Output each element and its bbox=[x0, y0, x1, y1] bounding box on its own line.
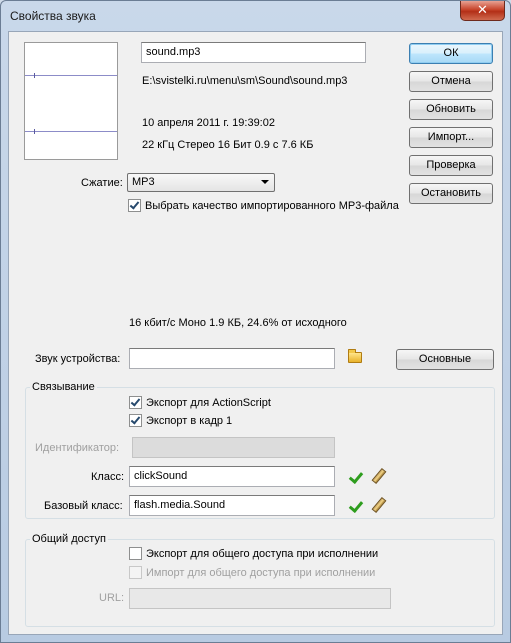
edit-class-icon[interactable] bbox=[370, 468, 386, 484]
device-sound-label: Звук устройства: bbox=[35, 353, 121, 365]
test-button[interactable]: Проверка bbox=[409, 155, 493, 176]
folder-icon[interactable] bbox=[348, 349, 362, 363]
waveform-marker bbox=[34, 129, 35, 134]
compression-select[interactable]: MP3 bbox=[127, 173, 275, 192]
checkmark-icon bbox=[130, 396, 141, 407]
chevron-down-icon bbox=[261, 180, 269, 184]
dialog-body: sound.mp3 E:\svistelki.ru\menu\sm\Sound\… bbox=[8, 31, 503, 635]
sound-properties-dialog: Свойства звука ✕ sound.mp3 E:\svistelki.… bbox=[0, 0, 511, 643]
identifier-label: Идентификатор: bbox=[35, 442, 120, 454]
imported-quality-checkbox[interactable] bbox=[128, 199, 141, 212]
waveform-marker bbox=[34, 73, 35, 78]
sharing-group-title: Общий доступ bbox=[30, 533, 108, 545]
export-runtime-sharing-label: Экспорт для общего доступа при исполнени… bbox=[146, 548, 379, 560]
audio-format: 22 кГц Стерео 16 Бит 0.9 с 7.6 КБ bbox=[142, 139, 314, 151]
export-actionscript-label: Экспорт для ActionScript bbox=[146, 397, 271, 409]
import-button[interactable]: Импорт... bbox=[409, 127, 493, 148]
edit-base-class-icon[interactable] bbox=[370, 497, 386, 513]
basic-button[interactable]: Основные bbox=[396, 349, 494, 370]
close-button[interactable]: ✕ bbox=[460, 1, 505, 21]
identifier-input bbox=[132, 437, 335, 458]
checkmark-icon bbox=[129, 199, 140, 210]
export-actionscript-checkbox[interactable] bbox=[129, 396, 142, 409]
title-bar[interactable]: Свойства звука ✕ bbox=[1, 1, 510, 31]
sound-name-input[interactable]: sound.mp3 bbox=[141, 42, 366, 63]
waveform-right-channel bbox=[25, 131, 117, 132]
ok-button[interactable]: ОК bbox=[409, 43, 493, 64]
file-path: E:\svistelki.ru\menu\sm\Sound\sound.mp3 bbox=[142, 75, 348, 87]
compression-summary: 16 кбит/с Моно 1.9 КБ, 24.6% от исходног… bbox=[129, 317, 347, 329]
base-class-label: Базовый класс: bbox=[44, 500, 123, 512]
compression-selected-value: MP3 bbox=[132, 176, 155, 188]
class-label: Класс: bbox=[91, 471, 124, 483]
export-runtime-sharing-checkbox[interactable] bbox=[129, 547, 142, 560]
waveform-left-channel bbox=[25, 75, 117, 76]
validate-base-class-icon[interactable] bbox=[348, 499, 362, 513]
checkmark-icon bbox=[130, 414, 141, 425]
stop-button[interactable]: Остановить bbox=[409, 183, 493, 204]
import-runtime-sharing-label: Импорт для общего доступа при исполнении bbox=[146, 567, 376, 579]
export-first-frame-label: Экспорт в кадр 1 bbox=[146, 415, 233, 427]
import-runtime-sharing-checkbox bbox=[129, 566, 142, 579]
update-button[interactable]: Обновить bbox=[409, 99, 493, 120]
waveform-preview bbox=[24, 42, 118, 160]
file-datetime: 10 апреля 2011 г. 19:39:02 bbox=[142, 117, 275, 129]
class-input[interactable]: clickSound bbox=[129, 466, 335, 487]
imported-quality-label: Выбрать качество импортированного MP3-фа… bbox=[145, 200, 399, 212]
export-first-frame-checkbox[interactable] bbox=[129, 414, 142, 427]
url-input bbox=[129, 588, 391, 609]
base-class-input[interactable]: flash.media.Sound bbox=[129, 495, 335, 516]
device-sound-input[interactable] bbox=[129, 348, 335, 369]
linkage-group-title: Связывание bbox=[30, 381, 97, 393]
compression-label: Сжатие: bbox=[81, 177, 123, 189]
validate-class-icon[interactable] bbox=[348, 470, 362, 484]
window-title: Свойства звука bbox=[10, 9, 96, 23]
cancel-button[interactable]: Отмена bbox=[409, 71, 493, 92]
url-label: URL: bbox=[99, 592, 125, 604]
